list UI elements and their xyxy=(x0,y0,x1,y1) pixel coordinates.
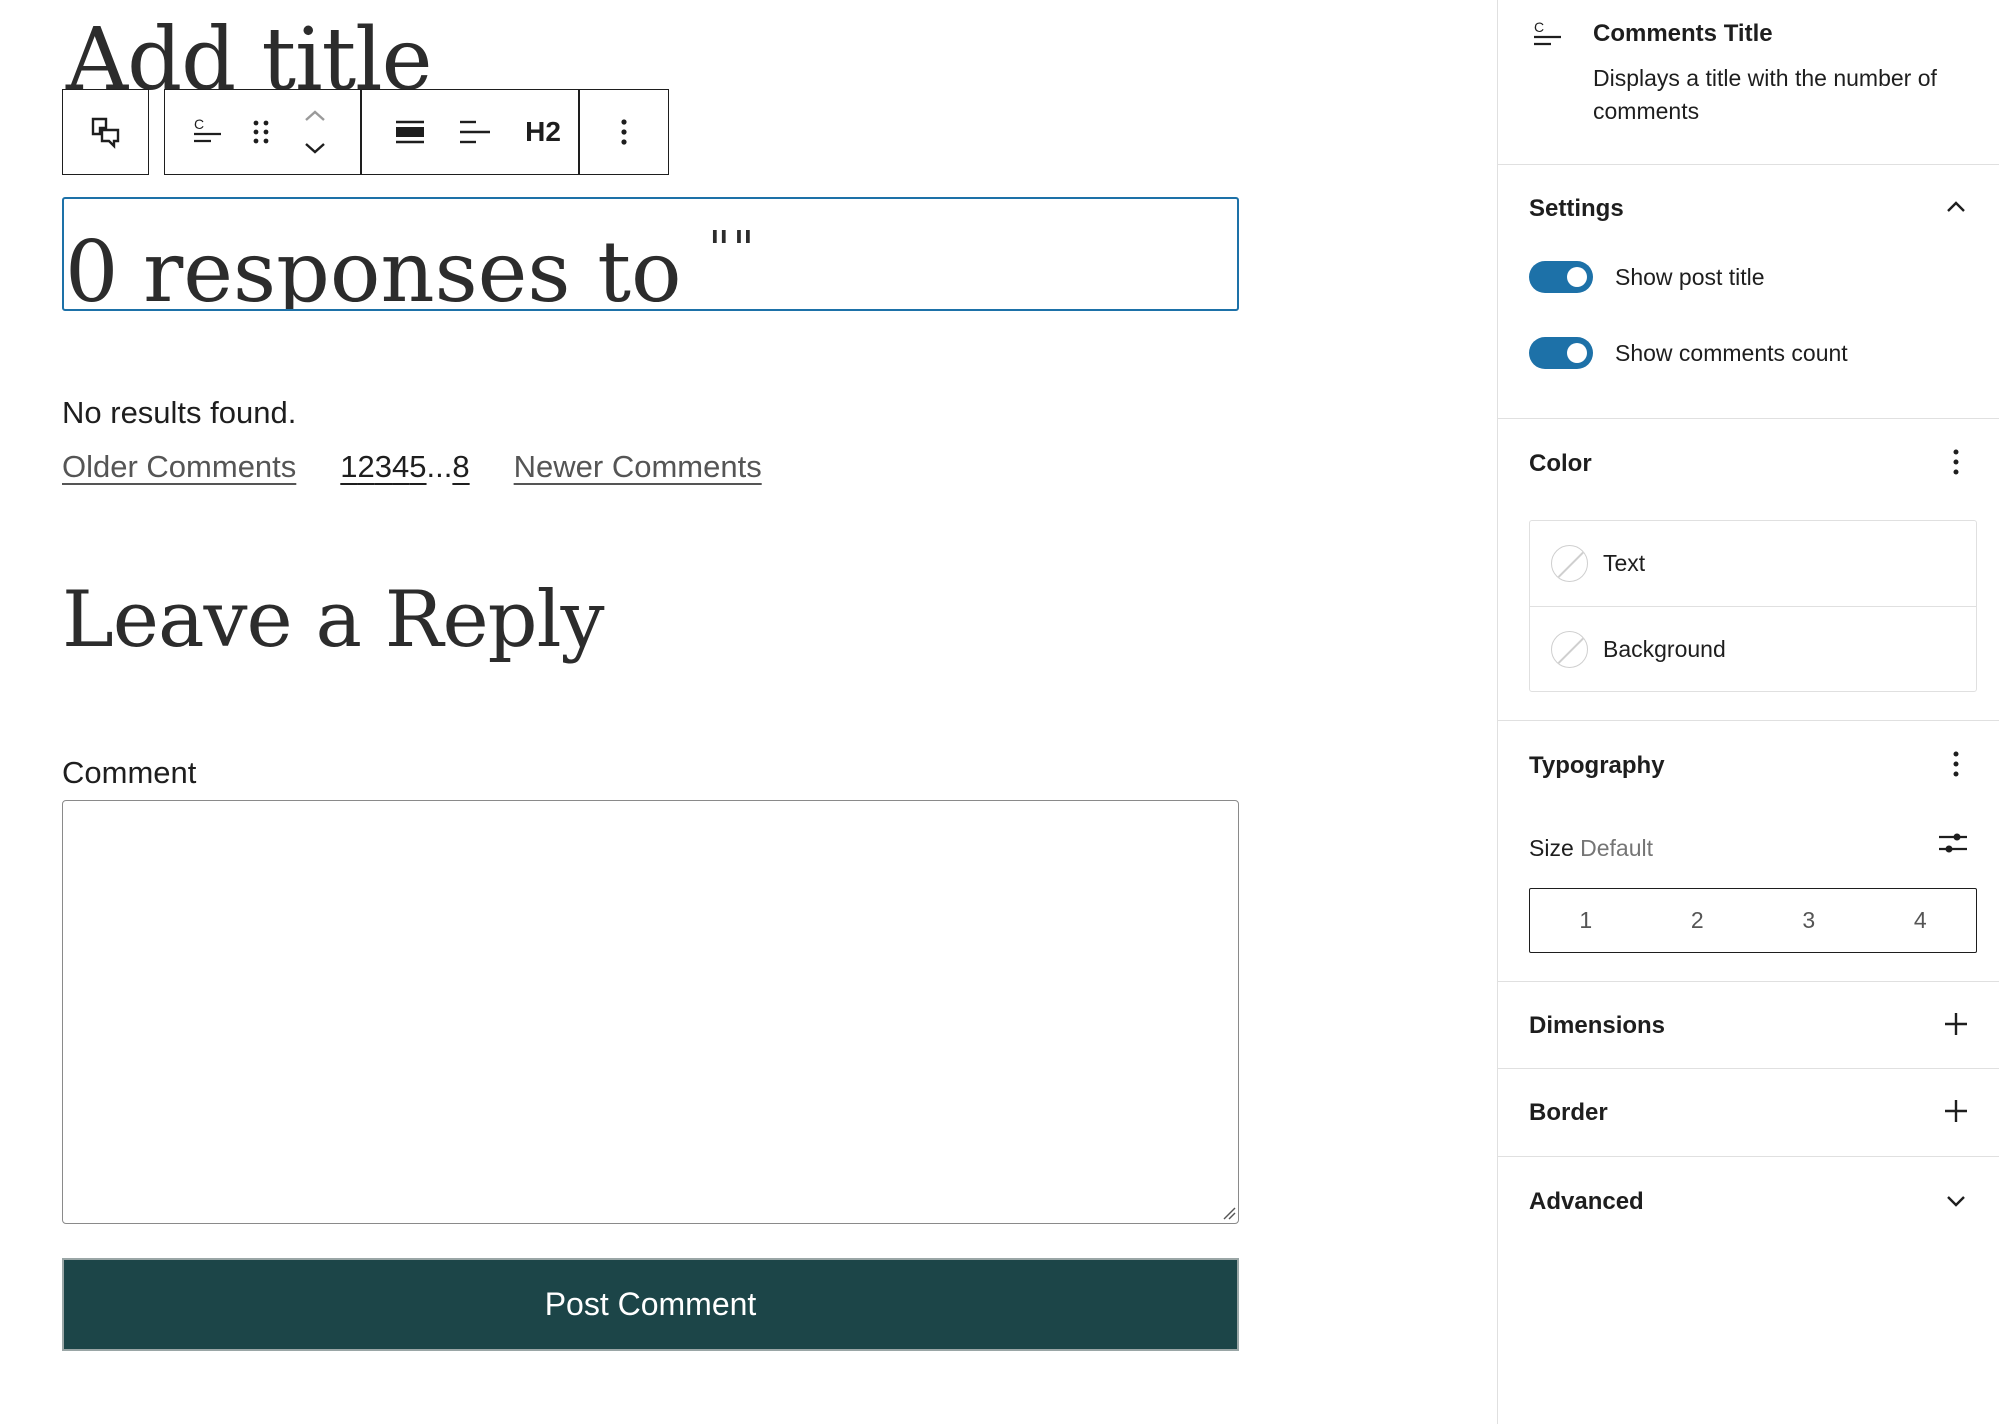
comment-textarea[interactable] xyxy=(62,800,1239,1224)
pagination-numbers: 1 2 3 4 5 ... 8 xyxy=(340,449,469,485)
dimensions-panel-title: Dimensions xyxy=(1529,1012,1666,1039)
comment-label: Comment xyxy=(62,755,197,790)
color-options-button[interactable] xyxy=(1942,448,1970,476)
older-comments-link[interactable]: Older Comments xyxy=(62,449,296,485)
page-link-last[interactable]: 8 xyxy=(452,449,469,485)
font-size-label: Size Default xyxy=(1529,835,1653,862)
move-down-button[interactable] xyxy=(295,132,335,164)
advanced-panel-title[interactable]: Advanced xyxy=(1529,1188,1644,1216)
no-results-message: No results found. xyxy=(62,395,297,430)
more-vertical-icon xyxy=(1953,751,1959,777)
block-type-button[interactable]: C xyxy=(183,90,233,174)
plus-icon xyxy=(1945,1100,1967,1122)
typography-panel-title: Typography xyxy=(1529,752,1665,779)
background-color-item[interactable]: Background xyxy=(1530,606,1976,691)
drag-handle-icon xyxy=(253,120,269,144)
color-item-label: Text xyxy=(1603,550,1646,576)
font-size-option[interactable]: 3 xyxy=(1753,889,1865,952)
resize-grip-icon[interactable] xyxy=(1222,1206,1236,1220)
color-items-list: Text Background xyxy=(1529,520,1977,692)
show-comments-count-toggle[interactable]: Show comments count xyxy=(1529,337,1848,369)
comments-title-icon: C xyxy=(194,116,221,143)
settings-panel: Settings Show post title Show comments c… xyxy=(1498,165,1999,419)
font-size-option[interactable]: 2 xyxy=(1642,889,1754,952)
settings-sliders-icon xyxy=(1939,833,1967,853)
settings-collapse-button[interactable] xyxy=(1942,193,1970,221)
border-panel: Border xyxy=(1498,1069,1999,1157)
font-size-picker: 1 2 3 4 xyxy=(1529,888,1977,953)
empty-swatch-icon xyxy=(1551,545,1588,582)
more-vertical-icon xyxy=(620,119,627,145)
block-toolbar-parent xyxy=(62,89,149,175)
heading-level-label: H2 xyxy=(525,116,561,147)
color-item-label: Background xyxy=(1603,635,1726,662)
empty-swatch-icon xyxy=(1551,630,1588,668)
toggle-switch[interactable] xyxy=(1529,261,1593,293)
advanced-panel: Advanced xyxy=(1498,1157,1999,1245)
typography-options-button[interactable] xyxy=(1942,750,1970,778)
page-link[interactable]: 2 xyxy=(358,449,375,485)
dimensions-panel: Dimensions xyxy=(1498,982,1999,1069)
font-size-option[interactable]: 1 xyxy=(1530,889,1642,952)
editor-canvas: Add title C H2 0 responses to "" No resu… xyxy=(0,0,1496,1424)
show-post-title-toggle[interactable]: Show post title xyxy=(1529,261,1765,293)
svg-text:C: C xyxy=(194,116,204,132)
text-align-button[interactable] xyxy=(450,90,500,174)
size-value-text: Default xyxy=(1580,835,1654,861)
chevron-down-icon xyxy=(1947,1196,1965,1207)
toolbar-separator xyxy=(360,90,362,174)
select-parent-button[interactable] xyxy=(63,90,148,174)
block-mover xyxy=(295,100,335,164)
text-color-item[interactable]: Text xyxy=(1530,521,1976,606)
svg-text:C: C xyxy=(1534,19,1544,35)
comments-title-text: responses to xyxy=(143,223,682,311)
border-add-button[interactable] xyxy=(1942,1097,1970,1125)
heading-level-button[interactable]: H2 xyxy=(508,90,578,174)
pagination-ellipsis: ... xyxy=(426,449,453,484)
block-card-title: Comments Title xyxy=(1593,20,1773,47)
page-link[interactable]: 3 xyxy=(375,449,392,485)
page-link[interactable]: 5 xyxy=(409,449,426,485)
dimensions-add-button[interactable] xyxy=(1942,1010,1970,1038)
font-size-option[interactable]: 4 xyxy=(1865,889,1977,952)
reply-heading: Leave a Reply xyxy=(62,575,605,665)
block-toolbar: C H2 xyxy=(164,89,669,175)
page-link[interactable]: 4 xyxy=(392,449,409,485)
chevron-up-icon xyxy=(305,110,325,121)
toggle-label: Show post title xyxy=(1615,263,1765,290)
settings-panel-title[interactable]: Settings xyxy=(1529,195,1624,223)
color-panel-title: Color xyxy=(1529,450,1592,477)
block-card-description: Displays a title with the number of comm… xyxy=(1593,65,1937,124)
chevron-up-icon xyxy=(1947,201,1965,212)
newer-comments-link[interactable]: Newer Comments xyxy=(514,449,762,485)
border-panel-title: Border xyxy=(1529,1099,1608,1126)
comments-title-block[interactable]: 0 responses to "" xyxy=(62,197,1239,311)
toggle-switch[interactable] xyxy=(1529,337,1593,369)
post-comment-button[interactable]: Post Comment xyxy=(62,1258,1239,1351)
toggle-label: Show comments count xyxy=(1615,339,1848,366)
drag-handle[interactable] xyxy=(240,90,282,174)
plus-icon xyxy=(1945,1013,1967,1035)
post-title-quotes: "" xyxy=(708,221,757,277)
block-card: C Comments Title Displays a title with t… xyxy=(1498,0,1999,165)
align-wide-icon xyxy=(396,120,424,144)
comments-count: 0 xyxy=(65,223,118,311)
custom-size-button[interactable] xyxy=(1937,829,1969,857)
move-up-button[interactable] xyxy=(295,100,335,132)
page-link[interactable]: 1 xyxy=(340,449,357,485)
block-settings-sidebar: C Comments Title Displays a title with t… xyxy=(1497,0,1999,1424)
comments-pagination: Older Comments 1 2 3 4 5 ... 8 Newer Com… xyxy=(62,449,762,485)
more-options-button[interactable] xyxy=(579,90,668,174)
align-button[interactable] xyxy=(385,90,435,174)
advanced-expand-button[interactable] xyxy=(1942,1187,1970,1215)
chevron-down-icon xyxy=(305,143,325,154)
size-label-text: Size xyxy=(1529,835,1574,861)
comments-icon xyxy=(91,117,119,149)
more-vertical-icon xyxy=(1953,449,1959,475)
comments-title-icon: C xyxy=(1534,19,1561,46)
align-left-icon xyxy=(460,120,490,144)
